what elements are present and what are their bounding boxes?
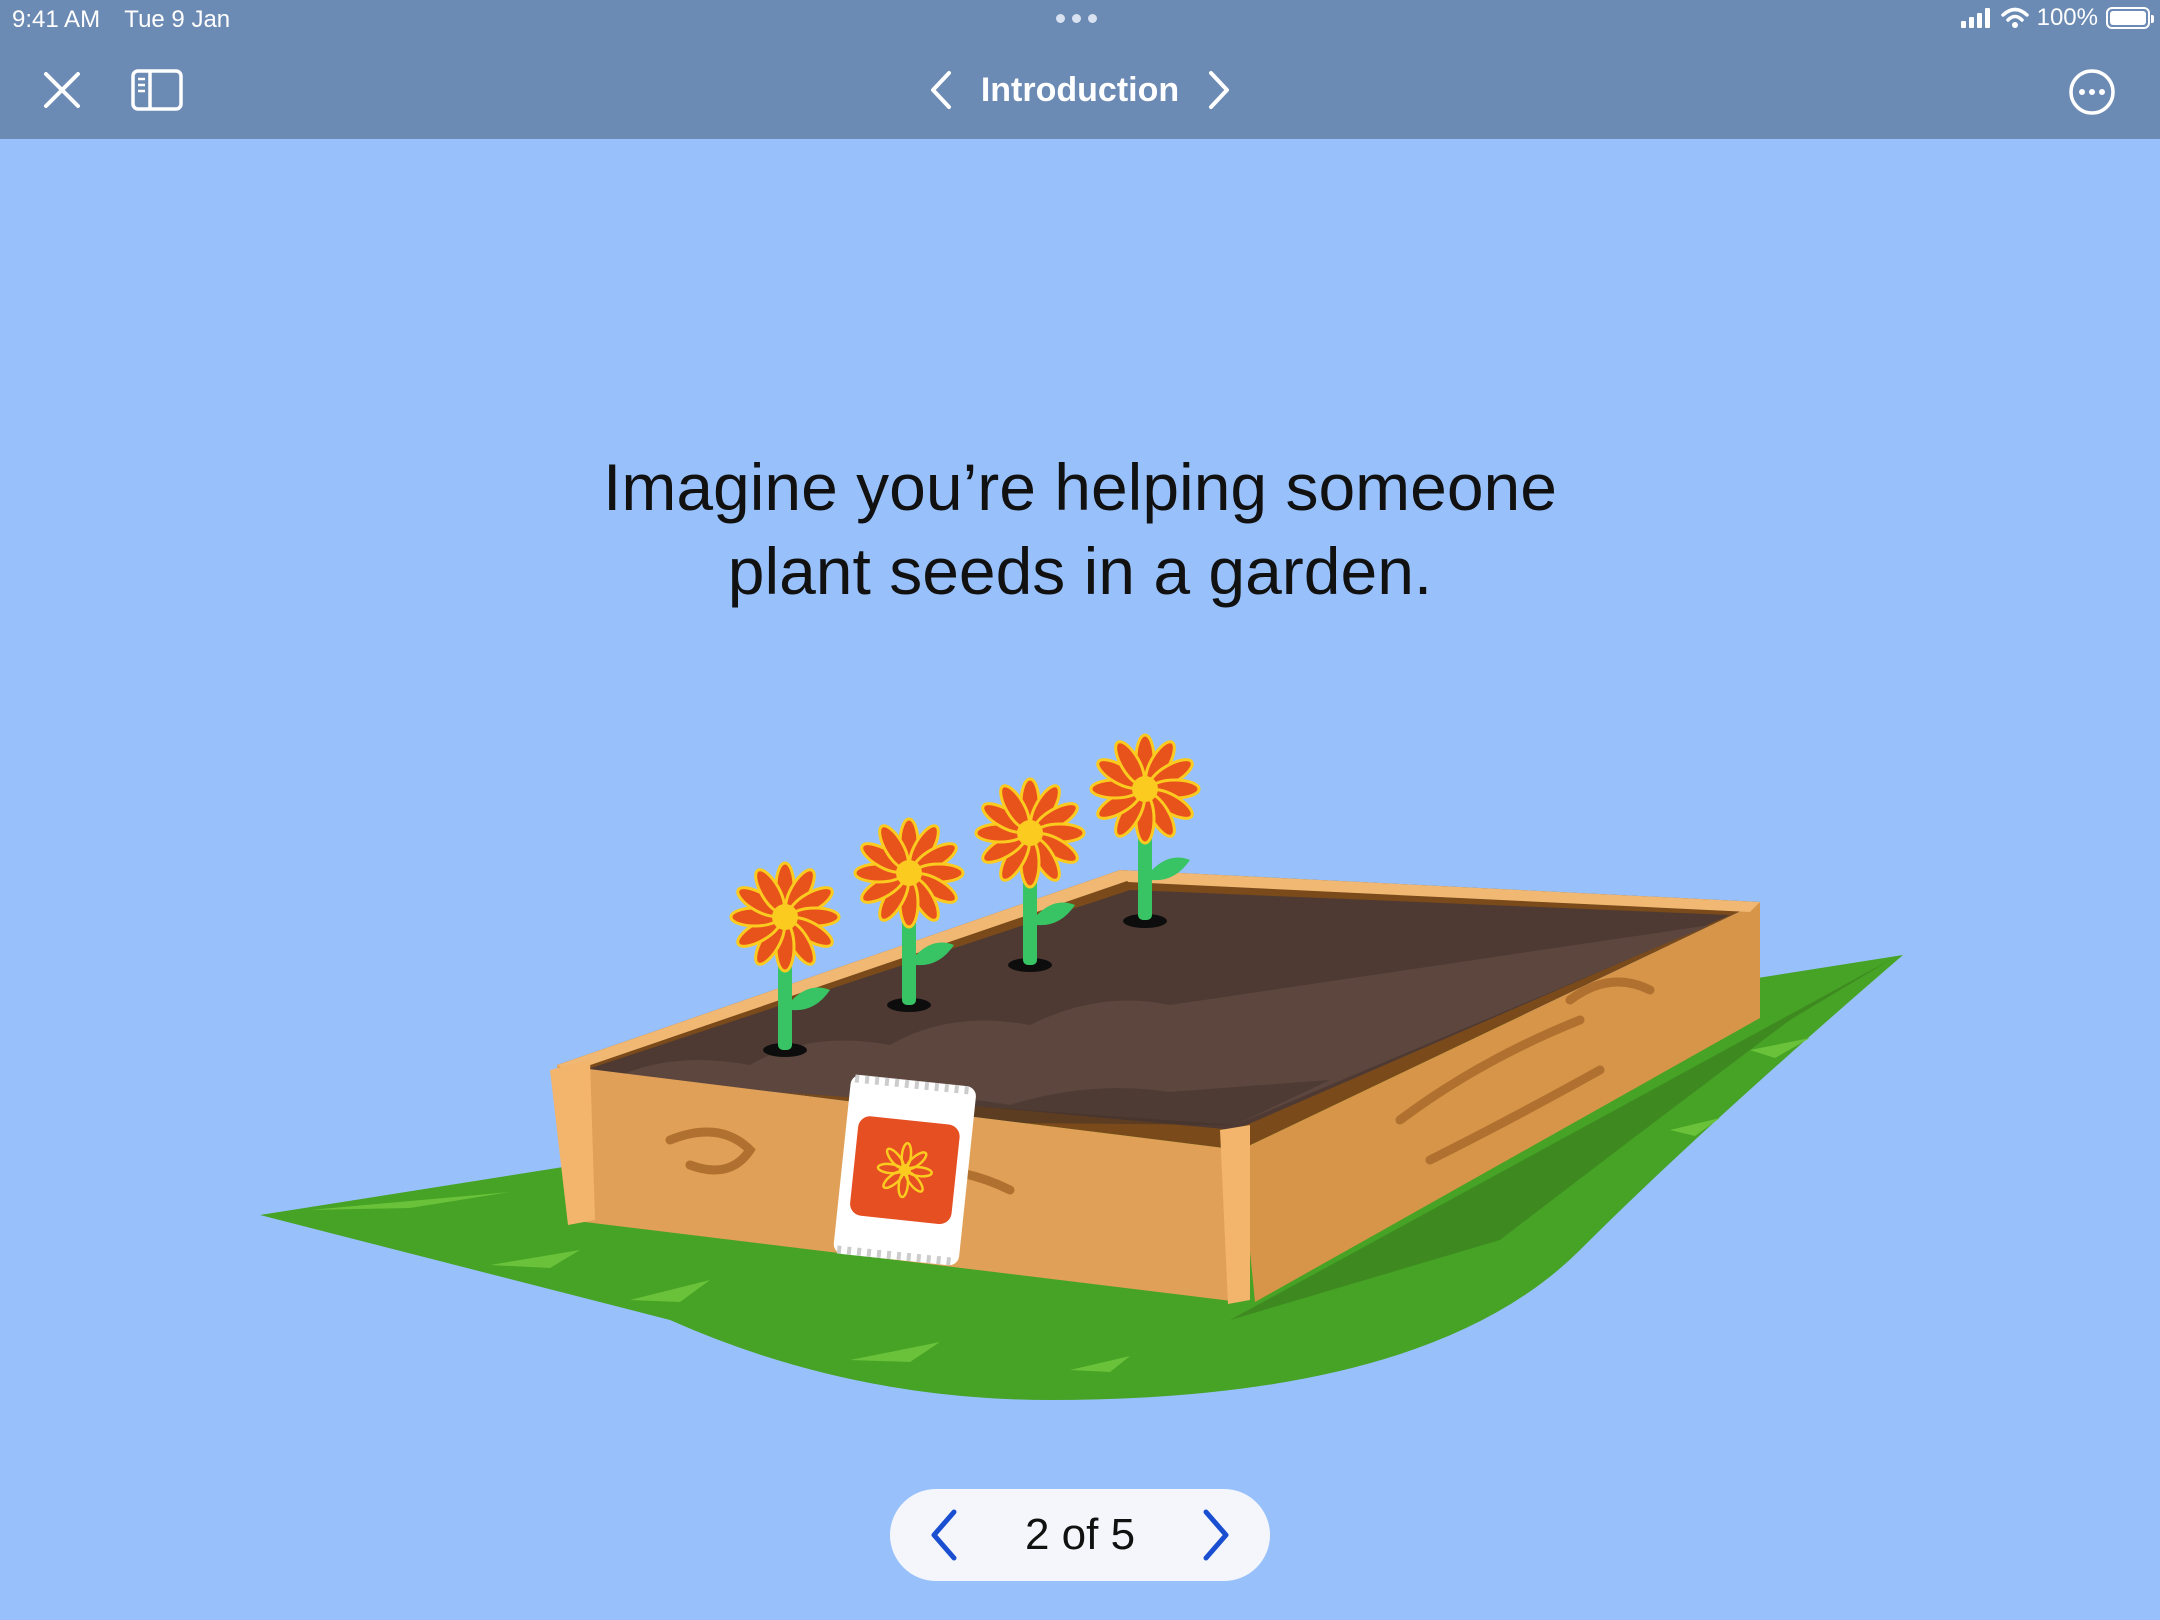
nav-bar: Introduction — [0, 50, 2160, 130]
wifi-icon — [2000, 7, 2029, 28]
multitasking-dots-icon[interactable] — [1056, 14, 1097, 23]
chevron-left-icon — [930, 71, 951, 109]
status-date: Tue 9 Jan — [124, 6, 231, 33]
headline-line-1: Imagine you’re helping someone — [603, 450, 1557, 524]
status-right: 100% — [1960, 4, 2154, 32]
more-options-button[interactable] — [2066, 66, 2118, 118]
garden-illustration — [260, 733, 1903, 1400]
status-left: 9:41 AM Tue 9 Jan — [12, 6, 248, 34]
battery-percent: 100% — [2036, 4, 2098, 31]
page-indicator: 2 of 5 — [1024, 1510, 1136, 1559]
close-icon — [44, 72, 80, 108]
nav-title: Introduction — [980, 70, 1180, 109]
chevron-right-icon — [1203, 1509, 1229, 1561]
previous-section-button[interactable] — [929, 70, 953, 110]
page-navigator: 2 of 5 — [890, 1489, 1270, 1581]
status-bar: 9:41 AM Tue 9 Jan 100% — [0, 0, 2160, 40]
headline-line-2: plant seeds in a garden. — [727, 534, 1433, 608]
close-button[interactable] — [38, 66, 86, 114]
next-page-button[interactable] — [1186, 1500, 1246, 1570]
top-bar: 9:41 AM Tue 9 Jan 100% Introduction — [0, 0, 2160, 139]
headline: Imagine you’re helping someone plant see… — [480, 445, 1680, 613]
seed-packet-icon — [833, 1074, 976, 1266]
chevron-right-icon — [1209, 71, 1230, 109]
battery-icon — [2106, 7, 2154, 29]
previous-page-button[interactable] — [914, 1500, 974, 1570]
more-icon — [2069, 69, 2115, 115]
status-time: 9:41 AM — [12, 6, 101, 33]
signal-icon — [1960, 8, 1990, 28]
chevron-left-icon — [931, 1509, 957, 1561]
next-section-button[interactable] — [1207, 70, 1231, 110]
nav-title-group: Introduction — [920, 64, 1240, 116]
sidebar-toggle-button[interactable] — [128, 66, 186, 114]
sidebar-icon — [131, 69, 183, 111]
